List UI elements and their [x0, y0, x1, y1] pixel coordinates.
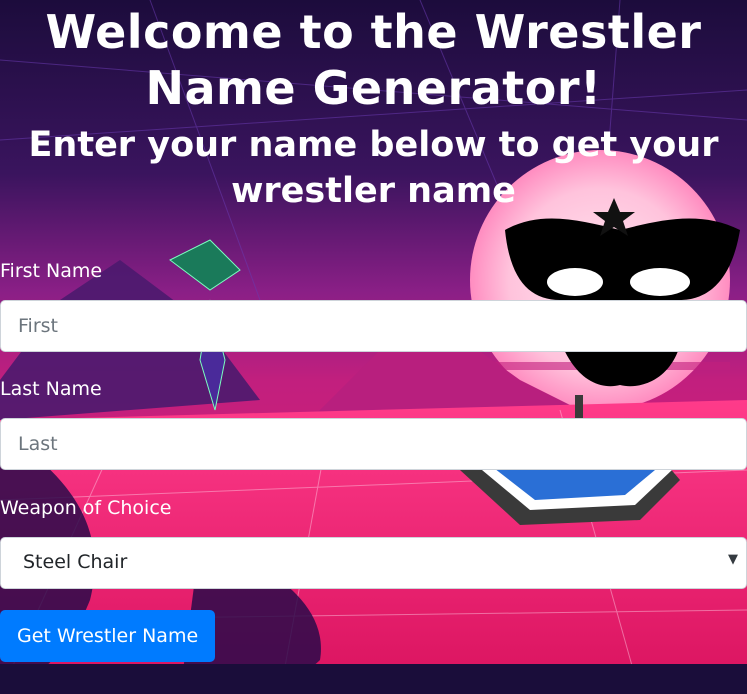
page: Welcome to the Wrestler Name Generator! …	[0, 0, 747, 694]
weapon-selected-value: Steel Chair	[23, 551, 128, 573]
weapon-select[interactable]: Steel Chair ▼	[0, 537, 747, 589]
last-name-input[interactable]	[0, 418, 747, 470]
get-wrestler-name-button[interactable]: Get Wrestler Name	[0, 610, 216, 662]
page-title: Welcome to the Wrestler Name Generator!	[45, 5, 702, 115]
first-name-group: First Name	[0, 258, 747, 352]
last-name-label: Last Name	[0, 378, 102, 400]
first-name-input[interactable]	[0, 300, 747, 352]
first-name-label: First Name	[0, 260, 103, 282]
last-name-group: Last Name	[0, 376, 747, 470]
caret-down-icon: ▼	[728, 552, 738, 567]
page-subtitle: Enter your name below to get your wrestl…	[28, 125, 719, 211]
weapon-label: Weapon of Choice	[0, 497, 172, 519]
weapon-group: Weapon of Choice Steel Chair ▼	[0, 495, 747, 589]
main-content: Welcome to the Wrestler Name Generator! …	[0, 0, 747, 662]
